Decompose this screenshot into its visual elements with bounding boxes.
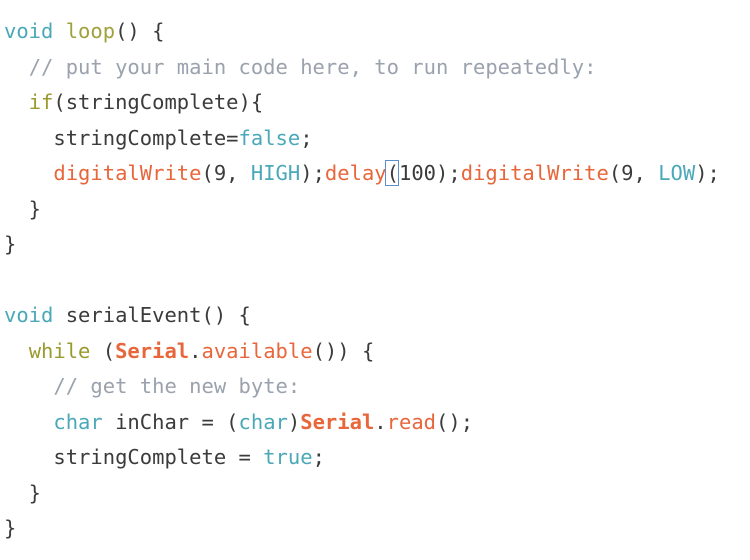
code-token: stringComplete = bbox=[53, 445, 264, 469]
code-editor[interactable]: void loop() { // put your main code here… bbox=[0, 0, 750, 560]
code-line[interactable]: char inChar = (char)Serial.read(); bbox=[4, 405, 750, 441]
code-line[interactable]: } bbox=[4, 476, 750, 512]
code-token: char bbox=[53, 409, 103, 434]
code-line[interactable]: stringComplete=false; bbox=[4, 121, 750, 157]
code-token: ()) { bbox=[312, 338, 375, 363]
code-token: stringComplete bbox=[65, 90, 239, 114]
code-token: inChar = bbox=[102, 409, 227, 434]
code-line[interactable]: // get the new byte: bbox=[4, 369, 750, 405]
code-token: } bbox=[4, 232, 17, 256]
code-line[interactable]: void serialEvent() { bbox=[4, 298, 750, 334]
code-token: loop bbox=[65, 19, 116, 43]
code-line[interactable] bbox=[4, 263, 750, 299]
code-token: . bbox=[374, 409, 387, 434]
code-token: ); bbox=[695, 161, 720, 185]
code-line[interactable]: while (Serial.available()) { bbox=[4, 334, 750, 370]
code-token: stringComplete= bbox=[53, 125, 239, 150]
code-token: Serial bbox=[300, 409, 375, 434]
code-token: ); bbox=[436, 161, 461, 185]
code-token: } bbox=[4, 196, 42, 221]
code-token: 9 bbox=[621, 161, 634, 185]
code-token: , bbox=[633, 161, 659, 185]
code-token: digitalWrite bbox=[460, 161, 609, 185]
code-token: Serial bbox=[115, 338, 190, 363]
code-token: ( bbox=[201, 161, 214, 185]
code-token: available bbox=[201, 338, 313, 363]
code-token: ); bbox=[300, 161, 325, 185]
code-token: if bbox=[28, 90, 54, 114]
code-token: serialEvent bbox=[65, 303, 202, 327]
code-token: // get the new byte: bbox=[53, 374, 301, 398]
code-token: true bbox=[263, 445, 313, 469]
bracket-match-caret: ( bbox=[384, 156, 399, 192]
code-text-area[interactable]: void loop() { // put your main code here… bbox=[0, 0, 750, 547]
code-token: while bbox=[28, 338, 91, 363]
code-token: ; bbox=[300, 125, 313, 150]
code-line[interactable]: stringComplete = true; bbox=[4, 440, 750, 476]
code-token: read bbox=[386, 409, 437, 434]
code-token: HIGH bbox=[250, 161, 301, 185]
code-token: ( bbox=[90, 338, 116, 363]
code-token: 100 bbox=[398, 161, 437, 185]
code-token: ){ bbox=[238, 90, 264, 114]
code-token: void bbox=[4, 303, 54, 327]
code-token: } bbox=[4, 516, 17, 540]
code-line[interactable]: } bbox=[4, 227, 750, 263]
code-token: 9 bbox=[213, 161, 227, 185]
code-token: digitalWrite bbox=[53, 161, 202, 185]
code-token: false bbox=[238, 125, 301, 150]
code-token: char bbox=[238, 409, 288, 434]
code-token: ; bbox=[312, 445, 325, 469]
code-line[interactable]: } bbox=[4, 192, 750, 228]
code-line[interactable]: digitalWrite(9, HIGH);delay(100);digital… bbox=[4, 156, 750, 192]
code-token: . bbox=[189, 338, 202, 363]
code-token: delay bbox=[324, 161, 387, 185]
code-token: () { bbox=[201, 303, 251, 327]
caret-token: ( bbox=[386, 161, 399, 185]
code-token: ( bbox=[608, 161, 622, 185]
code-token: LOW bbox=[658, 161, 696, 185]
code-token: ( bbox=[53, 90, 66, 114]
code-token: void bbox=[4, 19, 54, 43]
code-line[interactable]: } bbox=[4, 511, 750, 547]
code-line[interactable]: // put your main code here, to run repea… bbox=[4, 50, 750, 86]
code-token: ( bbox=[226, 409, 239, 434]
code-token: ) bbox=[287, 409, 301, 434]
code-line[interactable]: if(stringComplete){ bbox=[4, 85, 750, 121]
code-line[interactable]: void loop() { bbox=[4, 14, 750, 50]
code-token: } bbox=[4, 480, 42, 505]
code-token: // put your main code here, to run repea… bbox=[28, 54, 597, 79]
code-token: (); bbox=[436, 409, 474, 434]
code-token: () { bbox=[115, 19, 165, 43]
code-token: , bbox=[226, 161, 251, 185]
